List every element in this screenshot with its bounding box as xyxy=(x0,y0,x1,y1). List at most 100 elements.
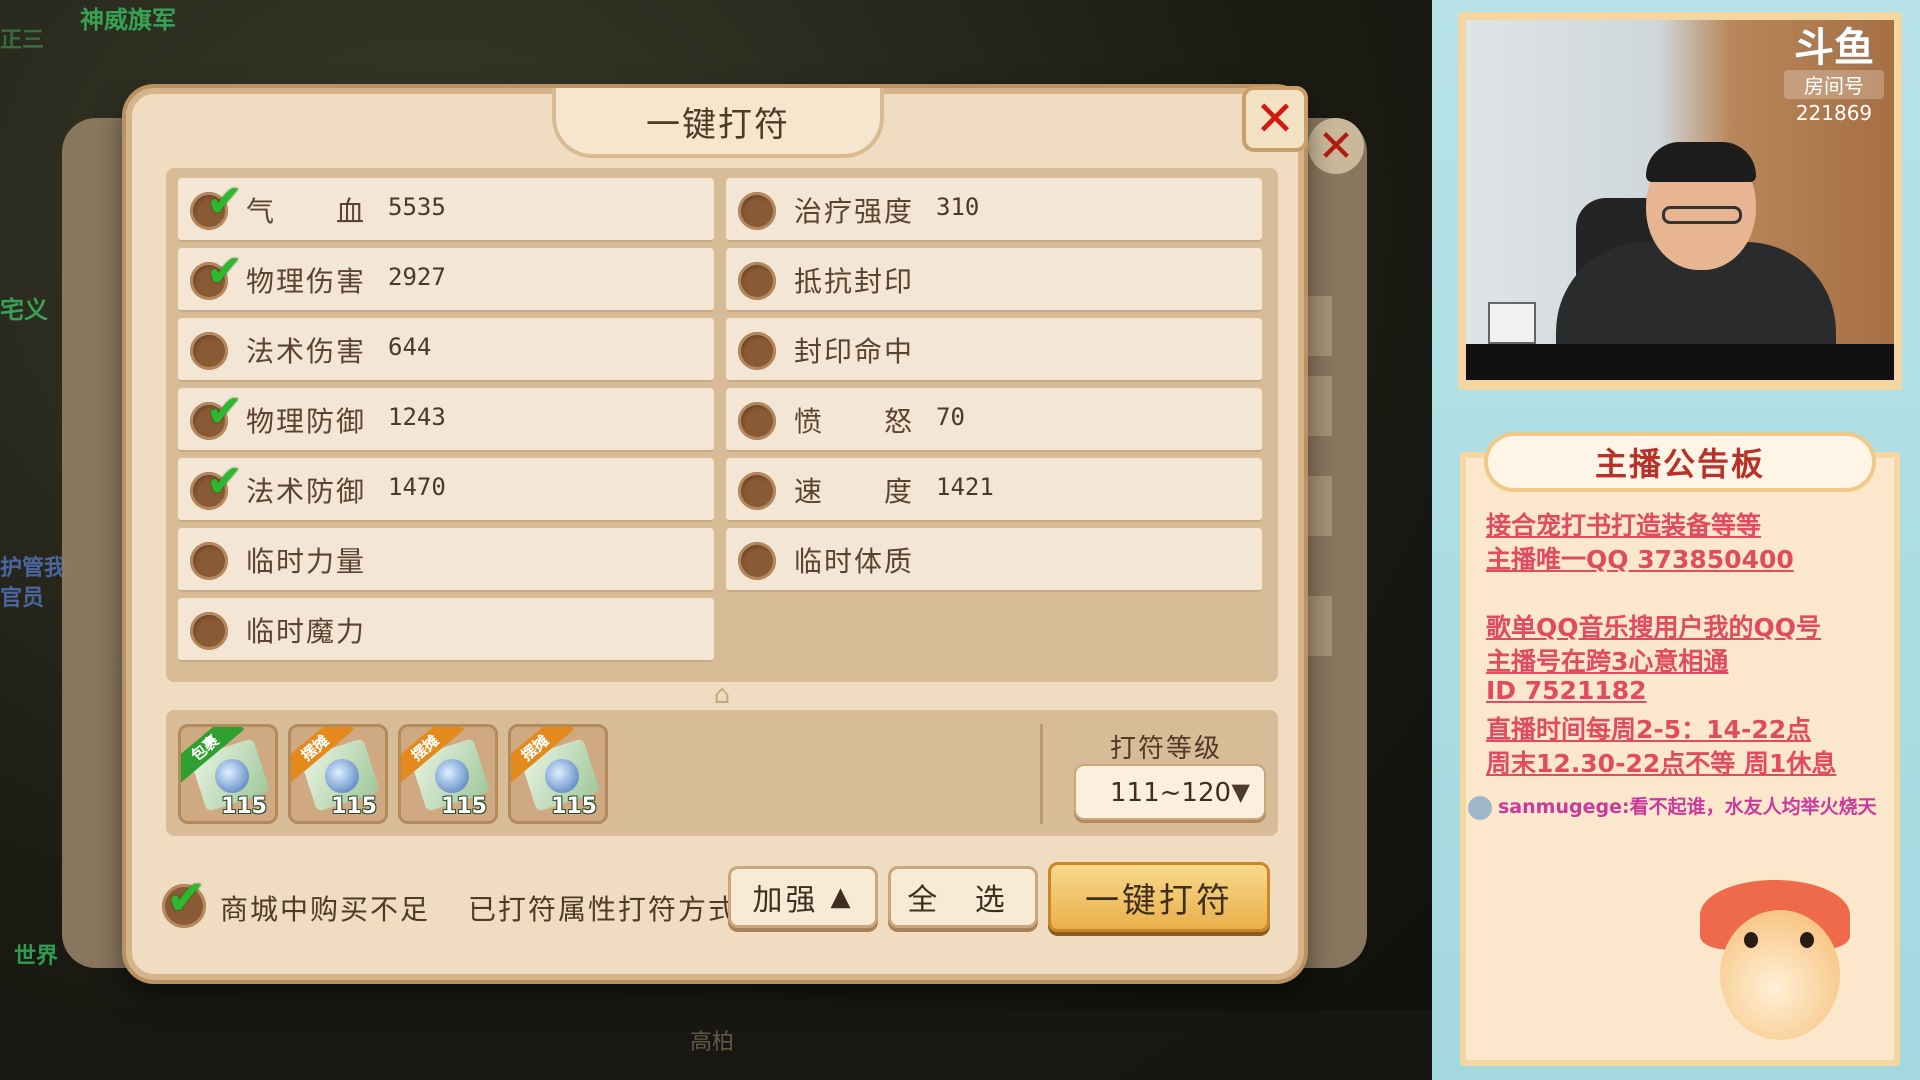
buy-insufficient-checkbox[interactable]: ✔ xyxy=(162,874,206,928)
attr-row-physical-damage[interactable]: ✔ 物理伤害 2927 xyxy=(178,248,714,312)
bg-player-name: 护管我 xyxy=(0,556,67,581)
attr-value: 644 xyxy=(388,333,432,361)
attr-value: 5535 xyxy=(388,193,446,221)
rune-orb-icon xyxy=(215,759,249,793)
rune-orb-icon xyxy=(545,759,579,793)
notice-line: 接合宠打书打造装备等等 xyxy=(1486,511,1762,540)
bottom-text: 高柏 xyxy=(690,1030,735,1055)
board-title: 主播公告板 xyxy=(1594,445,1765,483)
checkmark-icon: ✔ xyxy=(206,176,243,227)
checkbox[interactable]: ✔ xyxy=(190,250,243,300)
one-click-rune-dialog: 一键打符 ✕ ✔ 气 血 5535 ✔ 物理伤害 2927 法术伤害 644 ✔… xyxy=(126,86,1308,980)
notice-line: 周末12.30-22点不等 周1休息 xyxy=(1486,749,1837,778)
checkbox[interactable] xyxy=(190,332,228,370)
checkmark-icon: ✔ xyxy=(166,870,207,926)
chevron-up-icon: ▲ xyxy=(830,882,854,912)
attr-label: 临时魔力 xyxy=(246,615,367,648)
attr-label: 封印命中 xyxy=(794,335,915,368)
attr-row-temp-magic[interactable]: 临时魔力 xyxy=(178,598,714,662)
attr-row-hp[interactable]: ✔ 气 血 5535 xyxy=(178,178,714,242)
notice-line: 歌单QQ音乐搜用户我的QQ号 xyxy=(1486,613,1822,642)
one-click-rune-button[interactable]: 一键打符 xyxy=(1048,862,1270,932)
close-button[interactable]: ✕ xyxy=(1242,86,1308,152)
attr-value: 1470 xyxy=(388,473,446,501)
attr-row-magic-damage[interactable]: 法术伤害 644 xyxy=(178,318,714,382)
attr-value: 70 xyxy=(936,403,965,431)
attr-value: 310 xyxy=(936,193,980,221)
checkbox[interactable] xyxy=(190,542,228,580)
close-icon: ✕ xyxy=(1254,91,1296,147)
rune-item[interactable]: 摆摊 115 xyxy=(288,724,388,824)
streamer-hair xyxy=(1646,142,1756,182)
rune-item[interactable]: 包裹 115 xyxy=(178,724,278,824)
attr-label: 物理伤害 xyxy=(246,265,367,298)
attr-value: 1421 xyxy=(936,473,994,501)
rune-level-dropdown[interactable]: 111~120 ▼ xyxy=(1074,764,1266,820)
attr-row-rage[interactable]: 愤 怒 70 xyxy=(726,388,1262,452)
attr-row-magic-defense[interactable]: ✔ 法术防御 1470 xyxy=(178,458,714,522)
checkbox[interactable]: ✔ xyxy=(190,390,243,440)
attr-label: 临时体质 xyxy=(794,545,915,578)
bg-player-name: 正三 xyxy=(0,28,45,53)
avatar xyxy=(1468,795,1492,820)
room-id: 221869 xyxy=(1795,101,1873,125)
rune-item-panel: 包裹 115 摆摊 115 摆摊 115 摆摊 115 打符等级 111~120… xyxy=(166,710,1278,836)
notice-line: 主播唯一QQ 373850400 xyxy=(1486,545,1794,574)
checkbox[interactable] xyxy=(738,542,776,580)
attr-label: 法术防御 xyxy=(246,475,367,508)
checkbox[interactable] xyxy=(738,262,776,300)
attr-row-temp-constitution[interactable]: 临时体质 xyxy=(726,528,1262,592)
checkbox[interactable]: ✔ xyxy=(190,180,243,230)
attribute-panel: ✔ 气 血 5535 ✔ 物理伤害 2927 法术伤害 644 ✔ 物理防御 1… xyxy=(166,168,1278,738)
checkbox[interactable] xyxy=(190,612,228,650)
world-channel-label: 世界 xyxy=(14,944,59,969)
item-level: 115 xyxy=(551,794,597,819)
item-level: 115 xyxy=(441,794,487,819)
attr-row-seal-resist[interactable]: 抵抗封印 xyxy=(726,248,1262,312)
rune-orb-icon xyxy=(435,759,469,793)
attr-value: 2927 xyxy=(388,263,446,291)
attr-row-physical-defense[interactable]: ✔ 物理防御 1243 xyxy=(178,388,714,452)
chat-message: sanmugege:看不起谁，水友人均举火烧天 xyxy=(1468,792,1877,820)
select-all-button[interactable]: 全 选 xyxy=(888,866,1038,928)
checkmark-icon: ✔ xyxy=(206,456,243,507)
divider-ornament-icon: ⌂ xyxy=(713,680,731,710)
checkmark-icon: ✔ xyxy=(206,246,243,297)
chat-user: sanmugege xyxy=(1498,796,1622,818)
checkbox[interactable] xyxy=(738,192,776,230)
separator xyxy=(1040,724,1043,824)
method-label: 已打符属性打符方式 xyxy=(468,893,739,926)
chevron-down-icon: ▼ xyxy=(1231,778,1250,806)
checkbox[interactable] xyxy=(738,332,776,370)
rune-item[interactable]: 摆摊 115 xyxy=(398,724,498,824)
douyu-logo: 斗鱼 房间号 221869 xyxy=(1784,28,1884,125)
bg-player-name: 宅义 xyxy=(0,296,48,324)
checkmark-icon: ✔ xyxy=(206,386,243,437)
bottom-toolbar: 高柏 xyxy=(0,1010,1432,1080)
item-level: 115 xyxy=(221,794,267,819)
notice-line: 直播时间每周2-5：14-22点 xyxy=(1486,715,1812,744)
enhance-dropdown-button[interactable]: 加强 ▲ xyxy=(728,866,878,928)
room-label: 房间号 xyxy=(1784,70,1884,99)
checkbox[interactable] xyxy=(738,402,776,440)
attr-row-temp-strength[interactable]: 临时力量 xyxy=(178,528,714,592)
attr-label: 治疗强度 xyxy=(794,195,915,228)
background-close-icon[interactable]: ✕ xyxy=(1308,118,1364,174)
attr-row-seal-hit[interactable]: 封印命中 xyxy=(726,318,1262,382)
attr-label: 物理防御 xyxy=(246,405,367,438)
item-level: 115 xyxy=(331,794,377,819)
rune-item[interactable]: 摆摊 115 xyxy=(508,724,608,824)
checkbox[interactable]: ✔ xyxy=(190,460,243,510)
attr-label: 临时力量 xyxy=(246,545,367,578)
notice-line: ID 7521182 xyxy=(1486,676,1647,705)
mascot-image xyxy=(1700,880,1850,1050)
attr-row-healing[interactable]: 治疗强度 310 xyxy=(726,178,1262,242)
title-plate: 一键打符 xyxy=(552,88,884,158)
webcam-bottom-bar xyxy=(1466,344,1894,380)
checkbox[interactable] xyxy=(738,472,776,510)
attr-value: 1243 xyxy=(388,403,446,431)
attr-row-speed[interactable]: 速 度 1421 xyxy=(726,458,1262,522)
board-header: 主播公告板 xyxy=(1484,432,1876,492)
bg-player-name: 神威旗军 xyxy=(80,6,176,34)
attr-label: 法术伤害 xyxy=(246,335,367,368)
